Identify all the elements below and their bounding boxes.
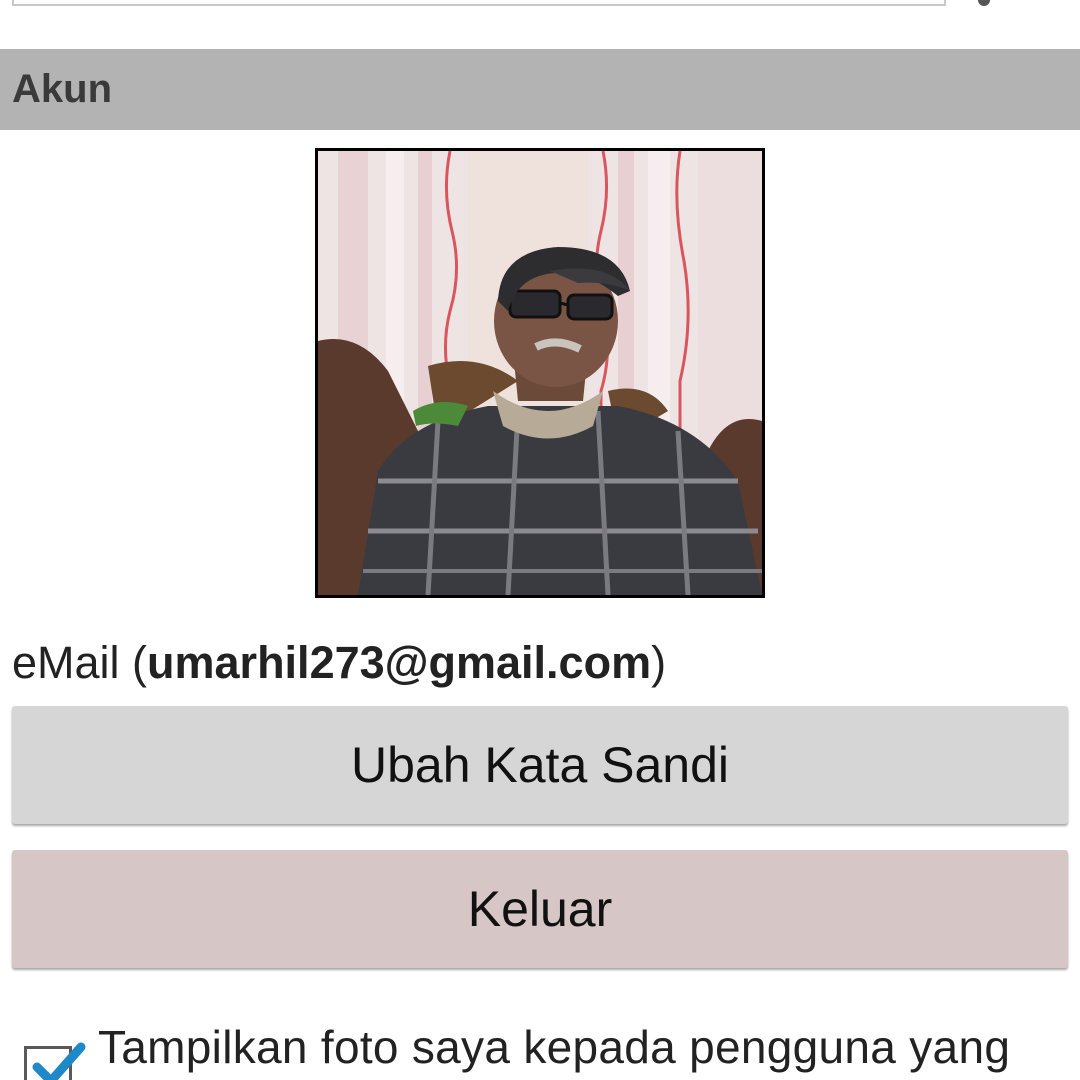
show-photo-checkbox[interactable] [24, 1042, 86, 1080]
email-address: umarhil273@gmail.com [147, 637, 652, 688]
email-suffix: ) [651, 637, 667, 688]
show-photo-label: Tampilkan foto saya kepada pengguna yang [98, 1021, 1011, 1073]
checkmark-icon [32, 1042, 86, 1080]
section-title: Akun [12, 67, 112, 111]
top-edge-icon[interactable] [978, 0, 990, 6]
email-text: eMail (umarhil273@gmail.com) [12, 636, 666, 690]
account-section-header: Akun [0, 49, 1080, 130]
logout-button[interactable]: Keluar [12, 850, 1068, 968]
profile-photo-illustration [318, 151, 762, 595]
change-password-button[interactable]: Ubah Kata Sandi [12, 706, 1068, 824]
email-prefix: eMail ( [12, 637, 148, 688]
profile-photo[interactable] [315, 148, 765, 598]
account-screen: Akun eMail (umarhil273@gmail.com) Ubah K… [0, 0, 1080, 1080]
show-photo-option[interactable]: Tampilkan foto saya kepada pengguna yang [24, 1016, 1074, 1080]
top-input-field[interactable] [12, 0, 946, 6]
